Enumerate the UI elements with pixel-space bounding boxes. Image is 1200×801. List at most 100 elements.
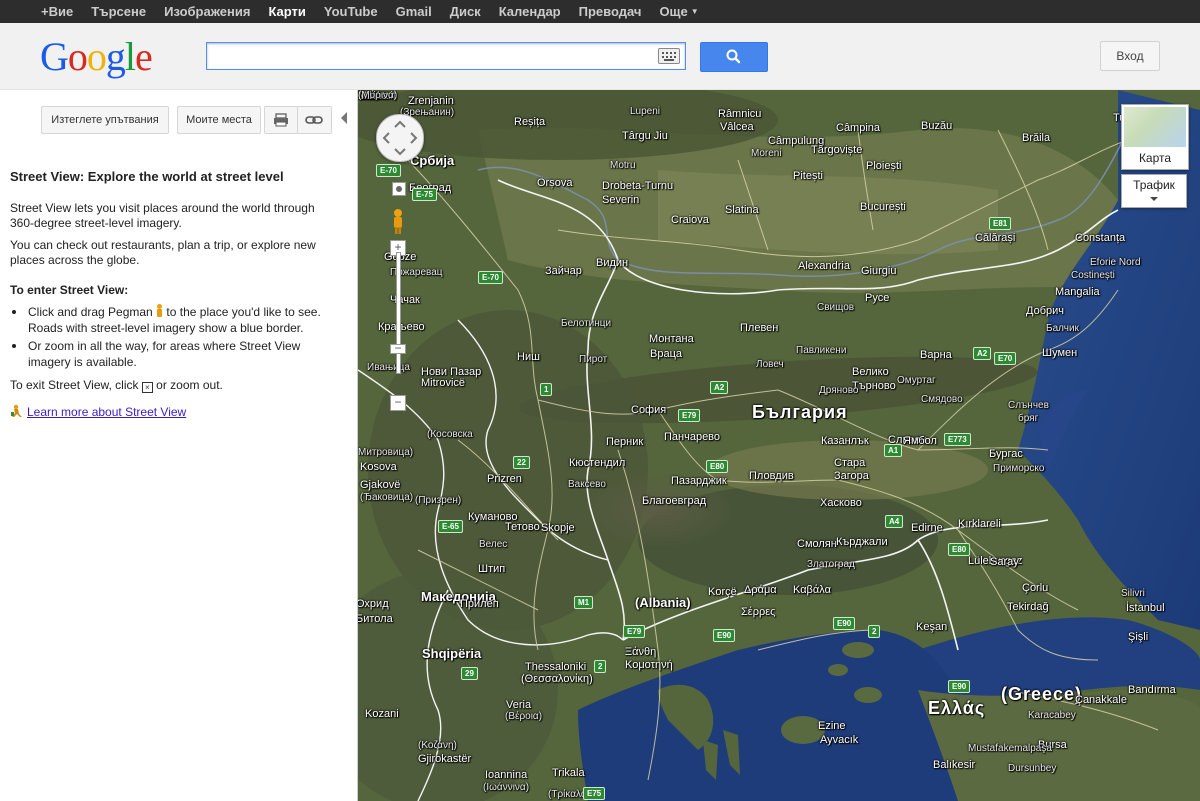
- map-place-label: Пирот: [579, 354, 608, 365]
- map-place-label: (Μύρινα): [358, 90, 398, 101]
- road-shield: 2: [594, 660, 607, 673]
- gbar-item-more[interactable]: Още ▼: [650, 0, 707, 23]
- map-place-label: Târgu Jiu: [622, 130, 668, 142]
- zoom-out-button[interactable]: −: [390, 395, 406, 411]
- bullet-text: Or zoom in all the way, for areas where …: [28, 339, 301, 369]
- zoom-slider-track[interactable]: [396, 252, 401, 374]
- google-logo[interactable]: Google: [40, 34, 153, 79]
- gbar-item-plus-you[interactable]: +Вие: [0, 0, 82, 23]
- gbar-item-youtube[interactable]: YouTube: [315, 0, 387, 23]
- road-shield: E-75: [412, 188, 437, 201]
- map-place-label: Ивањица: [367, 362, 410, 373]
- map-place-label: Orșova: [537, 177, 573, 189]
- map-place-label: (Greece): [1001, 684, 1083, 704]
- road-shield: E80: [706, 460, 729, 473]
- map-place-label: Ezine: [818, 720, 846, 732]
- sign-in-button[interactable]: Вход: [1100, 41, 1160, 71]
- road-shield: 29: [461, 667, 478, 680]
- collapse-panel-icon[interactable]: [341, 112, 347, 124]
- pan-control[interactable]: [376, 114, 424, 162]
- list-item: Click and drag Pegman to the place you'd…: [12, 304, 337, 338]
- gbar-item-images[interactable]: Изображения: [155, 0, 259, 23]
- gbar-item-drive[interactable]: Диск: [441, 0, 490, 23]
- map-place-label: България: [752, 402, 848, 422]
- exit-text-part: To exit Street View, click: [10, 378, 139, 392]
- map-place-label: Severin: [602, 194, 640, 206]
- map-place-label: Смолян: [797, 538, 837, 550]
- map-place-label: Skopje: [541, 522, 575, 534]
- road-shield: E70: [994, 352, 1017, 365]
- map-place-label: Prizren: [487, 473, 522, 485]
- map-place-label: Karacabey: [1028, 710, 1076, 721]
- map-place-label: Пазарджик: [671, 475, 727, 487]
- gbar-item-gmail[interactable]: Gmail: [387, 0, 441, 23]
- keyboard-icon[interactable]: [658, 48, 680, 64]
- traffic-dropdown[interactable]: Трафик: [1121, 174, 1187, 208]
- street-view-explore: You can check out restaurants, plan a tr…: [10, 238, 316, 267]
- search-button[interactable]: [700, 42, 768, 72]
- map-place-label: Balıkesir: [933, 759, 976, 771]
- road-shield: E75: [583, 787, 606, 800]
- logo-letter: o: [67, 34, 88, 79]
- map-place-label: Слънчев: [1008, 400, 1049, 411]
- gbar-item-maps[interactable]: Карти: [259, 0, 314, 23]
- map-place-label: Ayvacık: [820, 734, 859, 746]
- map-place-label: Русе: [865, 292, 890, 304]
- learn-more-street-view-link[interactable]: Learn more about Street View: [27, 405, 186, 419]
- map-place-label: Велес: [479, 539, 508, 550]
- exit-street-view-text: To exit Street View, click × or zoom out…: [10, 378, 340, 393]
- traffic-label: Трафик: [1133, 178, 1175, 192]
- exit-text-part: or zoom out.: [152, 378, 223, 392]
- map-place-label: Добрич: [1026, 305, 1064, 317]
- map-place-label: Плевен: [740, 322, 779, 334]
- road-shield: E773: [944, 433, 971, 446]
- map-canvas[interactable]: Sad Zrenjanin (Зрењанин) Reșița Lupeni Râmnic…: [358, 90, 1200, 801]
- gbar-item-calendar[interactable]: Календар: [490, 0, 570, 23]
- map-place-label: Bandırma: [1128, 684, 1176, 696]
- map-place-label: Brăila: [1022, 132, 1051, 144]
- map-place-label: Прилеп: [460, 598, 499, 610]
- map-place-label: Ploiești: [866, 160, 902, 172]
- map-place-label: Gjirokastër: [418, 753, 472, 765]
- pegman-icon: [156, 304, 163, 317]
- road-shield: M1: [574, 596, 594, 609]
- center-dot-button[interactable]: [392, 182, 406, 196]
- map-place-label: Motru: [610, 160, 636, 171]
- map-place-label: Alexandria: [798, 260, 850, 272]
- map-place-label: Reșița: [514, 116, 546, 128]
- print-button[interactable]: [264, 106, 298, 134]
- my-places-button[interactable]: Моите места: [177, 106, 261, 134]
- link-button[interactable]: [297, 106, 332, 134]
- map-place-label: Şişli: [1128, 631, 1149, 643]
- google-bar: +Вие Търсене Изображения Карти YouTube G…: [0, 0, 1200, 23]
- map-place-label: Ελλάς: [928, 698, 986, 718]
- road-shield: 22: [513, 456, 530, 469]
- logo-letter: e: [135, 34, 153, 79]
- gbar-item-search[interactable]: Търсене: [82, 0, 155, 23]
- map-place-label: Călărași: [975, 232, 1016, 244]
- road-shield: A2: [710, 381, 729, 394]
- map-thumbnail: [1124, 107, 1186, 147]
- map-place-label: Перник: [606, 436, 644, 448]
- bullet-text-part: Click and drag Pegman: [28, 305, 153, 319]
- map-place-label: Загора: [834, 470, 869, 482]
- zoom-slider-handle[interactable]: −: [390, 342, 406, 354]
- get-directions-button[interactable]: Изтеглете упътвания: [41, 106, 169, 134]
- street-view-intro: Street View lets you visit places around…: [10, 201, 315, 230]
- road-shield: E-65: [438, 520, 463, 533]
- gbar-item-translate[interactable]: Преводач: [570, 0, 651, 23]
- map-place-label: Mangalia: [1055, 286, 1100, 298]
- map-type-button[interactable]: Карта: [1121, 104, 1189, 170]
- header: Google Вход: [0, 23, 1200, 90]
- search-input[interactable]: [211, 45, 655, 67]
- map-place-label: Казанлък: [821, 435, 869, 447]
- map-place-label: Çanakkale: [1075, 694, 1127, 706]
- map-place-label: București: [860, 201, 906, 213]
- map-place-label: Кърджали: [836, 536, 888, 548]
- map-place-label: Râmnicu: [718, 108, 762, 120]
- zoom-control: + − −: [390, 230, 406, 411]
- map-place-label: Балчик: [1046, 323, 1079, 334]
- map-place-label: Митровица): [358, 447, 414, 458]
- map-place-label: Ξάνθη: [625, 646, 657, 658]
- map-place-label: Шумен: [1042, 347, 1078, 359]
